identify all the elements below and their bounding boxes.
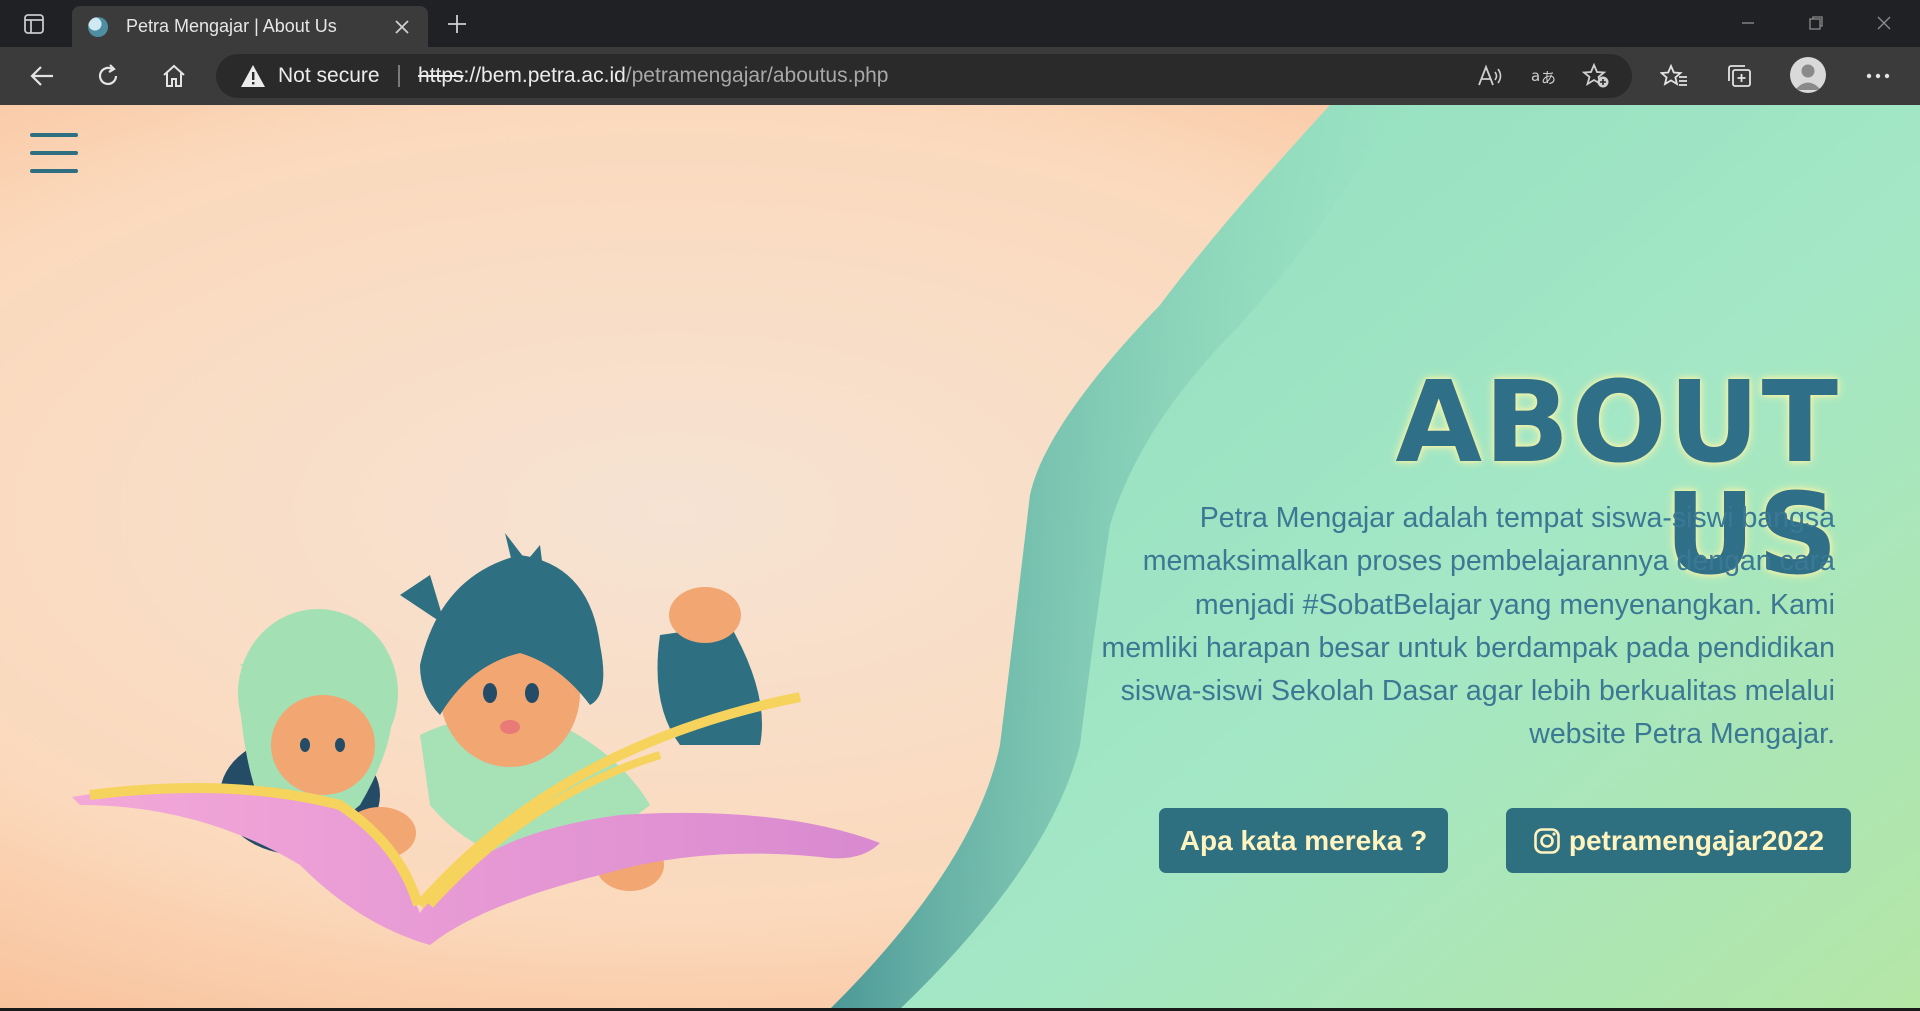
tab-close-button[interactable] bbox=[390, 15, 414, 39]
close-icon bbox=[395, 19, 409, 34]
back-button[interactable] bbox=[24, 60, 60, 92]
collections-icon bbox=[1728, 65, 1751, 87]
collections-button[interactable] bbox=[1722, 60, 1758, 92]
star-add-icon bbox=[1582, 63, 1609, 88]
testimonials-button-label: Apa kata mereka ? bbox=[1179, 824, 1428, 856]
add-favorite-button[interactable] bbox=[1578, 60, 1614, 92]
new-tab-button[interactable] bbox=[440, 8, 474, 40]
url-separator: :// bbox=[463, 64, 482, 87]
address-divider bbox=[398, 65, 400, 87]
browser-tab-strip: Petra Mengajar | About Us bbox=[0, 0, 1920, 47]
plus-icon bbox=[448, 15, 466, 33]
read-aloud-icon bbox=[1478, 64, 1502, 86]
tab-actions-icon bbox=[24, 14, 44, 34]
browser-toolbar: Not secure https://bem.petra.ac.id/petra… bbox=[0, 47, 1920, 105]
home-icon bbox=[163, 64, 185, 87]
instagram-button-label: petramengajar2022 bbox=[1568, 824, 1825, 856]
restore-icon bbox=[1809, 16, 1823, 30]
menu-line bbox=[30, 151, 78, 155]
address-bar[interactable]: Not secure https://bem.petra.ac.id/petra… bbox=[216, 54, 1632, 98]
translate-icon: aあ bbox=[1531, 67, 1556, 87]
minimize-icon bbox=[1742, 22, 1754, 24]
menu-line bbox=[30, 133, 78, 137]
tab-title: Petra Mengajar | About Us bbox=[126, 16, 337, 36]
site-security-indicator[interactable]: Not secure bbox=[240, 54, 380, 98]
globe-icon bbox=[88, 16, 108, 37]
profile-avatar[interactable] bbox=[1790, 57, 1826, 93]
instagram-button[interactable]: petramengajar2022 bbox=[1506, 808, 1851, 873]
translate-button[interactable]: aあ bbox=[1526, 60, 1562, 92]
refresh-button[interactable] bbox=[90, 60, 126, 92]
close-window-button[interactable] bbox=[1864, 8, 1904, 38]
url-text[interactable]: https://bem.petra.ac.id/petramengajar/ab… bbox=[418, 54, 888, 98]
person-icon bbox=[1795, 64, 1821, 90]
url-scheme: https bbox=[418, 64, 464, 87]
active-tab[interactable]: Petra Mengajar | About Us bbox=[72, 6, 428, 47]
instagram-icon bbox=[1533, 827, 1561, 855]
menu-line bbox=[30, 169, 78, 173]
url-host: bem.petra.ac.id bbox=[481, 64, 626, 87]
favorites-icon bbox=[1660, 63, 1687, 86]
restore-button[interactable] bbox=[1796, 8, 1836, 38]
svg-text:a: a bbox=[1531, 67, 1540, 85]
more-options-button[interactable] bbox=[1860, 60, 1896, 92]
more-icon bbox=[1866, 73, 1890, 79]
about-us-page: ABOUT US Petra Mengajar adalah tempat si… bbox=[0, 105, 1920, 1009]
about-description: Petra Mengajar adalah tempat siswa-siswi… bbox=[1101, 502, 1835, 751]
tab-actions-button[interactable] bbox=[14, 9, 54, 39]
favorites-button[interactable] bbox=[1656, 60, 1692, 92]
svg-text:あ: あ bbox=[1541, 69, 1556, 87]
minimize-button[interactable] bbox=[1728, 8, 1768, 38]
warning-icon bbox=[241, 65, 265, 87]
hamburger-menu-button[interactable] bbox=[30, 133, 82, 173]
arrow-left-icon bbox=[30, 66, 53, 86]
refresh-icon bbox=[98, 64, 118, 85]
home-button[interactable] bbox=[156, 60, 192, 92]
security-label: Not secure bbox=[278, 64, 380, 87]
close-icon bbox=[1877, 16, 1891, 30]
url-path: /petramengajar/aboutus.php bbox=[625, 64, 889, 87]
read-aloud-button[interactable] bbox=[1472, 60, 1508, 92]
testimonials-button[interactable]: Apa kata mereka ? bbox=[1159, 808, 1448, 873]
